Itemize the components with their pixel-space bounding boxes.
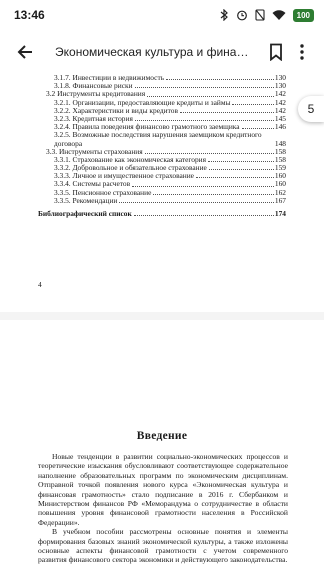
document-title: Экономическая культура и финансовая грам…	[55, 45, 250, 59]
app-bar: Экономическая культура и финансовая грам…	[0, 30, 324, 74]
toc-leader-dots	[208, 164, 274, 171]
table-of-contents: 3.1.7. Инвестиции в недвижимость 130 3.1.8…	[38, 73, 286, 219]
page-indicator-badge[interactable]: 5	[298, 96, 324, 122]
toc-entry-page: 174	[274, 209, 286, 219]
toc-leader-dots	[195, 172, 274, 179]
toc-leader-dots	[133, 210, 274, 217]
toc-entry-page: 167	[274, 195, 286, 205]
toc-leader-dots	[166, 74, 274, 81]
document-page: Введение Новые тенденции в развитии соци…	[0, 320, 324, 576]
bookmark-button[interactable]	[264, 39, 289, 65]
status-icons: 100	[220, 8, 314, 22]
paragraph: В учебном пособии рассмотрены основные п…	[38, 527, 288, 565]
toc-leader-dots	[232, 99, 274, 105]
toc-leader-dots	[241, 123, 274, 130]
toc-entry-page: 146	[274, 122, 286, 132]
back-button[interactable]	[12, 39, 37, 65]
toc-entry[interactable]: 3.2.5. Возможные последствия нарушения з…	[38, 130, 286, 148]
page-number: 4	[38, 280, 42, 289]
paragraph: Новые тенденции в развитии социально-эко…	[38, 452, 288, 527]
more-vert-icon	[300, 44, 305, 60]
toc-entry-title: Возможные последствия нарушения заемщико…	[54, 130, 262, 148]
toc-leader-dots	[153, 189, 274, 195]
document-page: 3.1.7. Инвестиции в недвижимость 130 3.1.8…	[0, 73, 324, 312]
toc-entry[interactable]: 3.3.5. Рекомендации 167	[38, 195, 286, 205]
sim-off-icon	[255, 9, 265, 21]
toc-leader-dots	[132, 180, 274, 187]
toc-leader-dots	[144, 148, 274, 154]
toc-entry[interactable]: Библиографический список 174	[38, 209, 286, 219]
wifi-icon	[272, 9, 286, 21]
status-bar: 13:46 100	[0, 0, 324, 30]
section-heading: Введение	[136, 430, 188, 442]
arrow-left-icon	[17, 45, 32, 59]
alarm-icon	[236, 9, 248, 21]
toc-entry-title: Рекомендации	[72, 195, 118, 205]
clock: 13:46	[14, 8, 45, 22]
toc-entry-number: 3.3.5.	[54, 195, 71, 205]
bookmark-icon	[270, 43, 283, 61]
battery-indicator: 100	[292, 8, 314, 22]
toc-leader-dots	[134, 82, 274, 89]
toc-entry-title: Библиографический список	[38, 209, 132, 219]
body-text: Новые тенденции в развитии социально-эко…	[38, 452, 288, 565]
toc-leader-dots	[179, 107, 274, 113]
toc-leader-dots	[208, 156, 274, 163]
toc-leader-dots	[119, 197, 274, 204]
toc-leader-dots	[147, 90, 274, 97]
bluetooth-icon	[220, 9, 229, 21]
toc-leader-dots	[134, 115, 274, 122]
more-button[interactable]	[293, 39, 312, 65]
